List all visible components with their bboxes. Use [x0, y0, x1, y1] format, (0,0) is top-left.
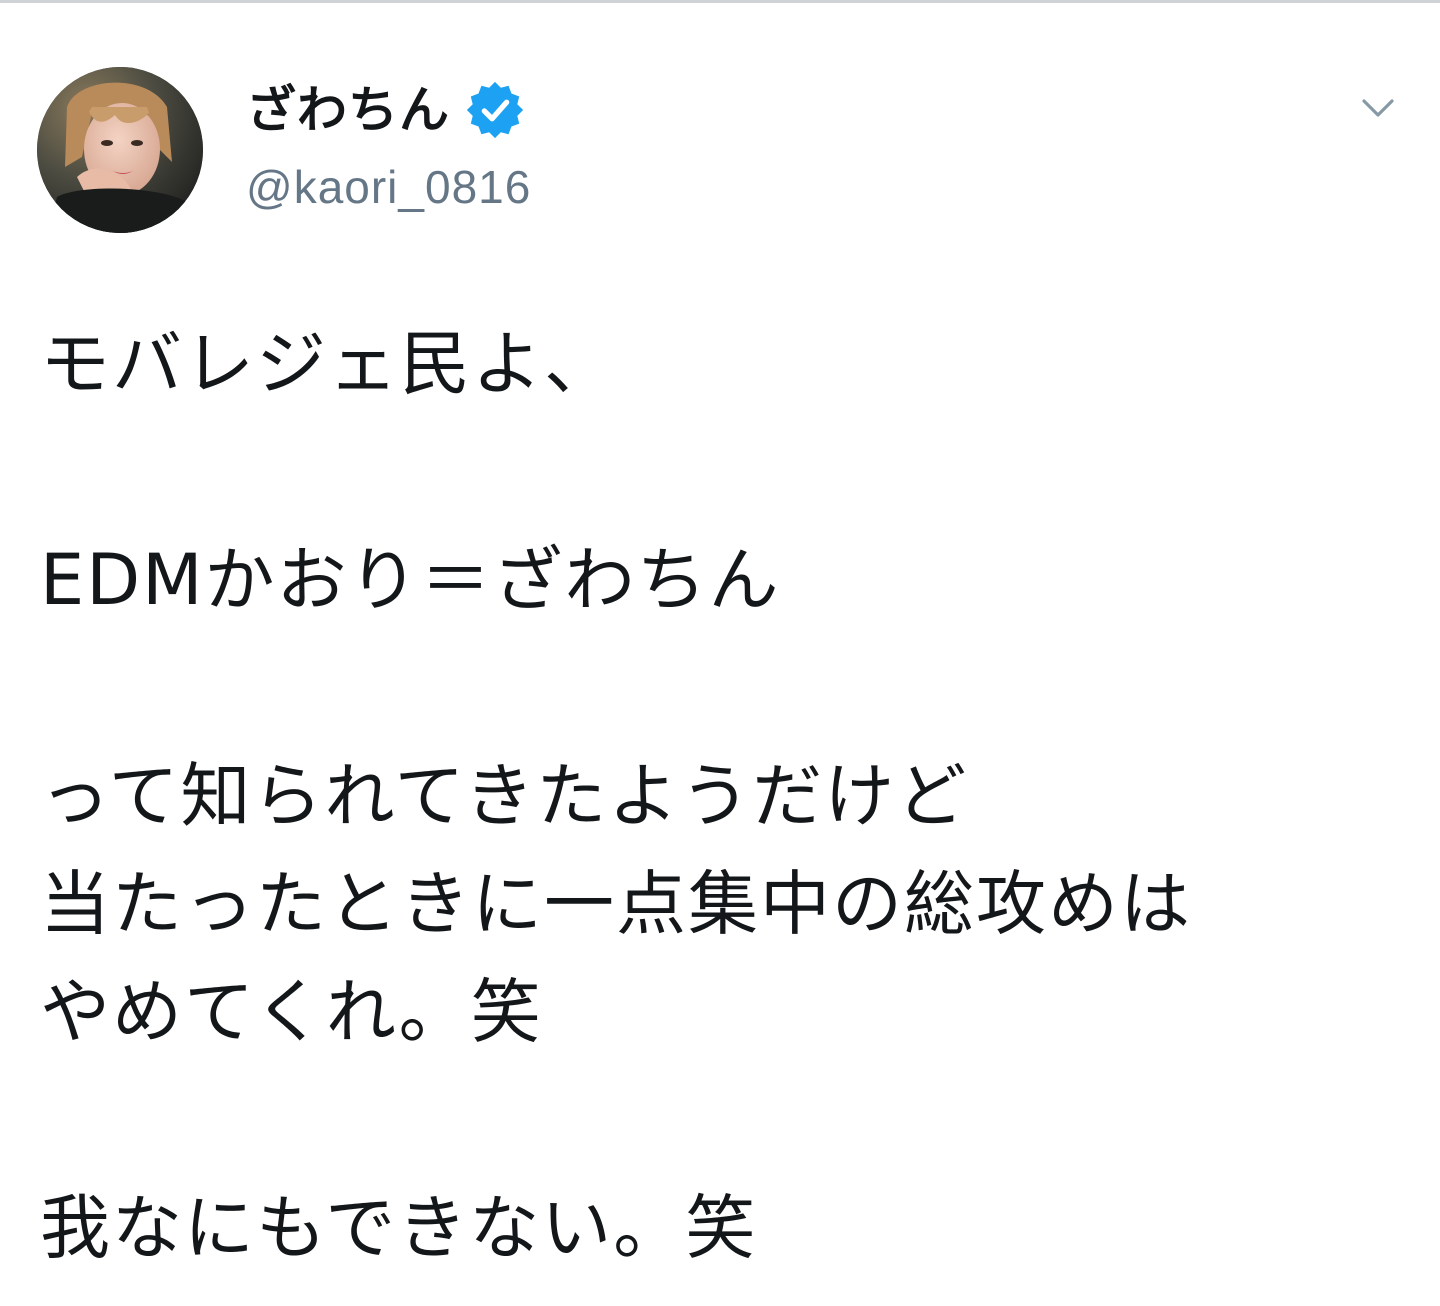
tweet-line: 我なにもできない。笑: [40, 1187, 758, 1269]
tweet-line: モバレジェ民よ、: [40, 323, 616, 405]
avatar-photo: [37, 67, 203, 233]
tweet-line: 当たったときに一点集中の総攻めは: [40, 863, 1192, 945]
author-name-row: ざわちん: [246, 78, 526, 142]
tweet-line: EDMかおり＝ざわちん: [40, 539, 781, 621]
tweet-menu-button[interactable]: [1350, 80, 1406, 136]
tweet-card: ざわちん @kaori_0816 モバレジェ民よ、 EDMかおり＝ざわちん って…: [0, 0, 1440, 1306]
avatar[interactable]: [37, 67, 203, 233]
chevron-down-icon: [1362, 99, 1394, 117]
tweet-line: やめてくれ。笑: [40, 971, 543, 1053]
tweet-text: モバレジェ民よ、 EDMかおり＝ざわちん って知られてきたようだけど 当たったと…: [40, 310, 1420, 1282]
verified-badge-icon: [466, 81, 524, 139]
author-handle[interactable]: @kaori_0816: [246, 158, 531, 216]
tweet-line: って知られてきたようだけど: [40, 755, 969, 837]
author-display-name[interactable]: ざわちん: [246, 78, 450, 142]
